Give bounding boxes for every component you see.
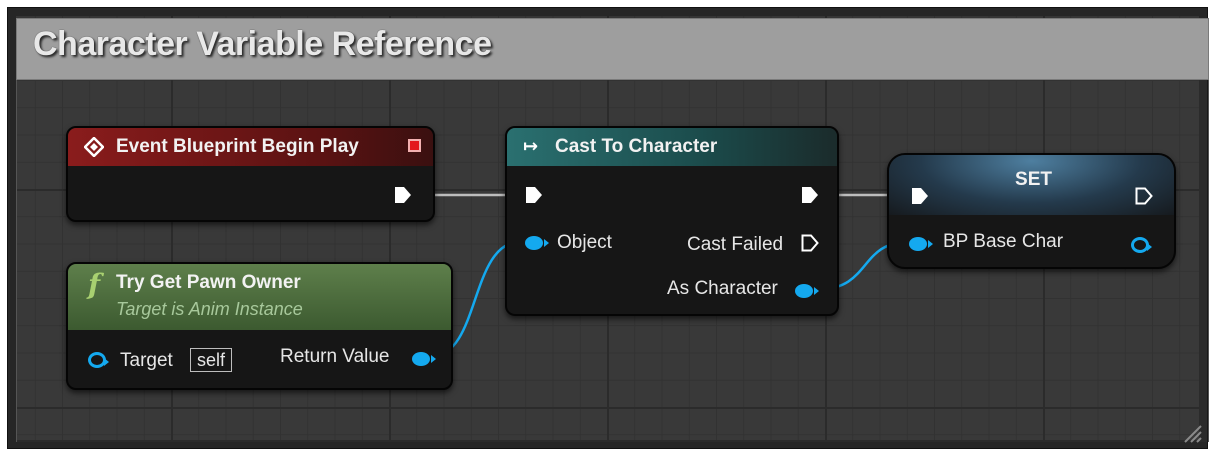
bp-base-char-out-pin[interactable]	[1131, 237, 1152, 253]
return-value-pin[interactable]	[412, 352, 436, 366]
try-get-pawn-owner-node[interactable]: f Try Get Pawn Owner Target is Anim Inst…	[66, 262, 453, 390]
object-pin[interactable]	[525, 236, 549, 250]
cast-failed-label: Cast Failed	[687, 234, 784, 255]
cast-to-character-node[interactable]: ↦ Cast To Character Object Cast Failed A…	[505, 126, 839, 316]
delegate-pin-icon[interactable]	[408, 139, 421, 152]
exec-out-pin[interactable]	[394, 186, 412, 204]
object-pin-label: Object	[557, 232, 612, 253]
cast-failed-exec-pin[interactable]	[801, 234, 819, 252]
cast-arrow-icon: ↦	[523, 136, 539, 157]
set-node-title: SET	[1015, 169, 1052, 190]
exec-in-pin[interactable]	[911, 187, 929, 205]
event-node-header: Event Blueprint Begin Play	[68, 128, 433, 166]
as-character-pin[interactable]	[795, 284, 819, 298]
comment-title: Character Variable Reference	[33, 25, 492, 63]
set-variable-node[interactable]: SET BP Base Char	[887, 153, 1176, 269]
exec-out-pin[interactable]	[801, 186, 819, 204]
return-value-label: Return Value	[280, 346, 390, 367]
target-pin-label: Target	[120, 350, 173, 371]
bp-base-char-in-pin[interactable]	[909, 237, 933, 251]
as-character-label: As Character	[667, 278, 778, 299]
resize-grip-icon[interactable]	[1181, 422, 1203, 444]
pawn-node-header: f Try Get Pawn Owner Target is Anim Inst…	[68, 264, 451, 330]
pawn-node-subtitle: Target is Anim Instance	[116, 299, 303, 319]
diamond-event-icon	[84, 137, 104, 157]
event-node-title: Event Blueprint Begin Play	[116, 136, 359, 157]
function-icon: f	[88, 268, 101, 301]
exec-out-pin[interactable]	[1135, 187, 1153, 205]
cast-node-title: Cast To Character	[555, 136, 718, 157]
exec-in-pin[interactable]	[525, 186, 543, 204]
bp-base-char-label: BP Base Char	[943, 231, 1064, 252]
set-node-header: SET	[889, 155, 1174, 215]
target-self-box[interactable]: self	[190, 348, 233, 372]
event-begin-play-node[interactable]: Event Blueprint Begin Play	[66, 126, 435, 222]
pawn-node-title: Try Get Pawn Owner	[116, 272, 301, 293]
cast-node-header: ↦ Cast To Character	[507, 128, 837, 166]
comment-box-header[interactable]: Character Variable Reference	[16, 18, 1209, 80]
target-pin[interactable]	[88, 352, 109, 368]
